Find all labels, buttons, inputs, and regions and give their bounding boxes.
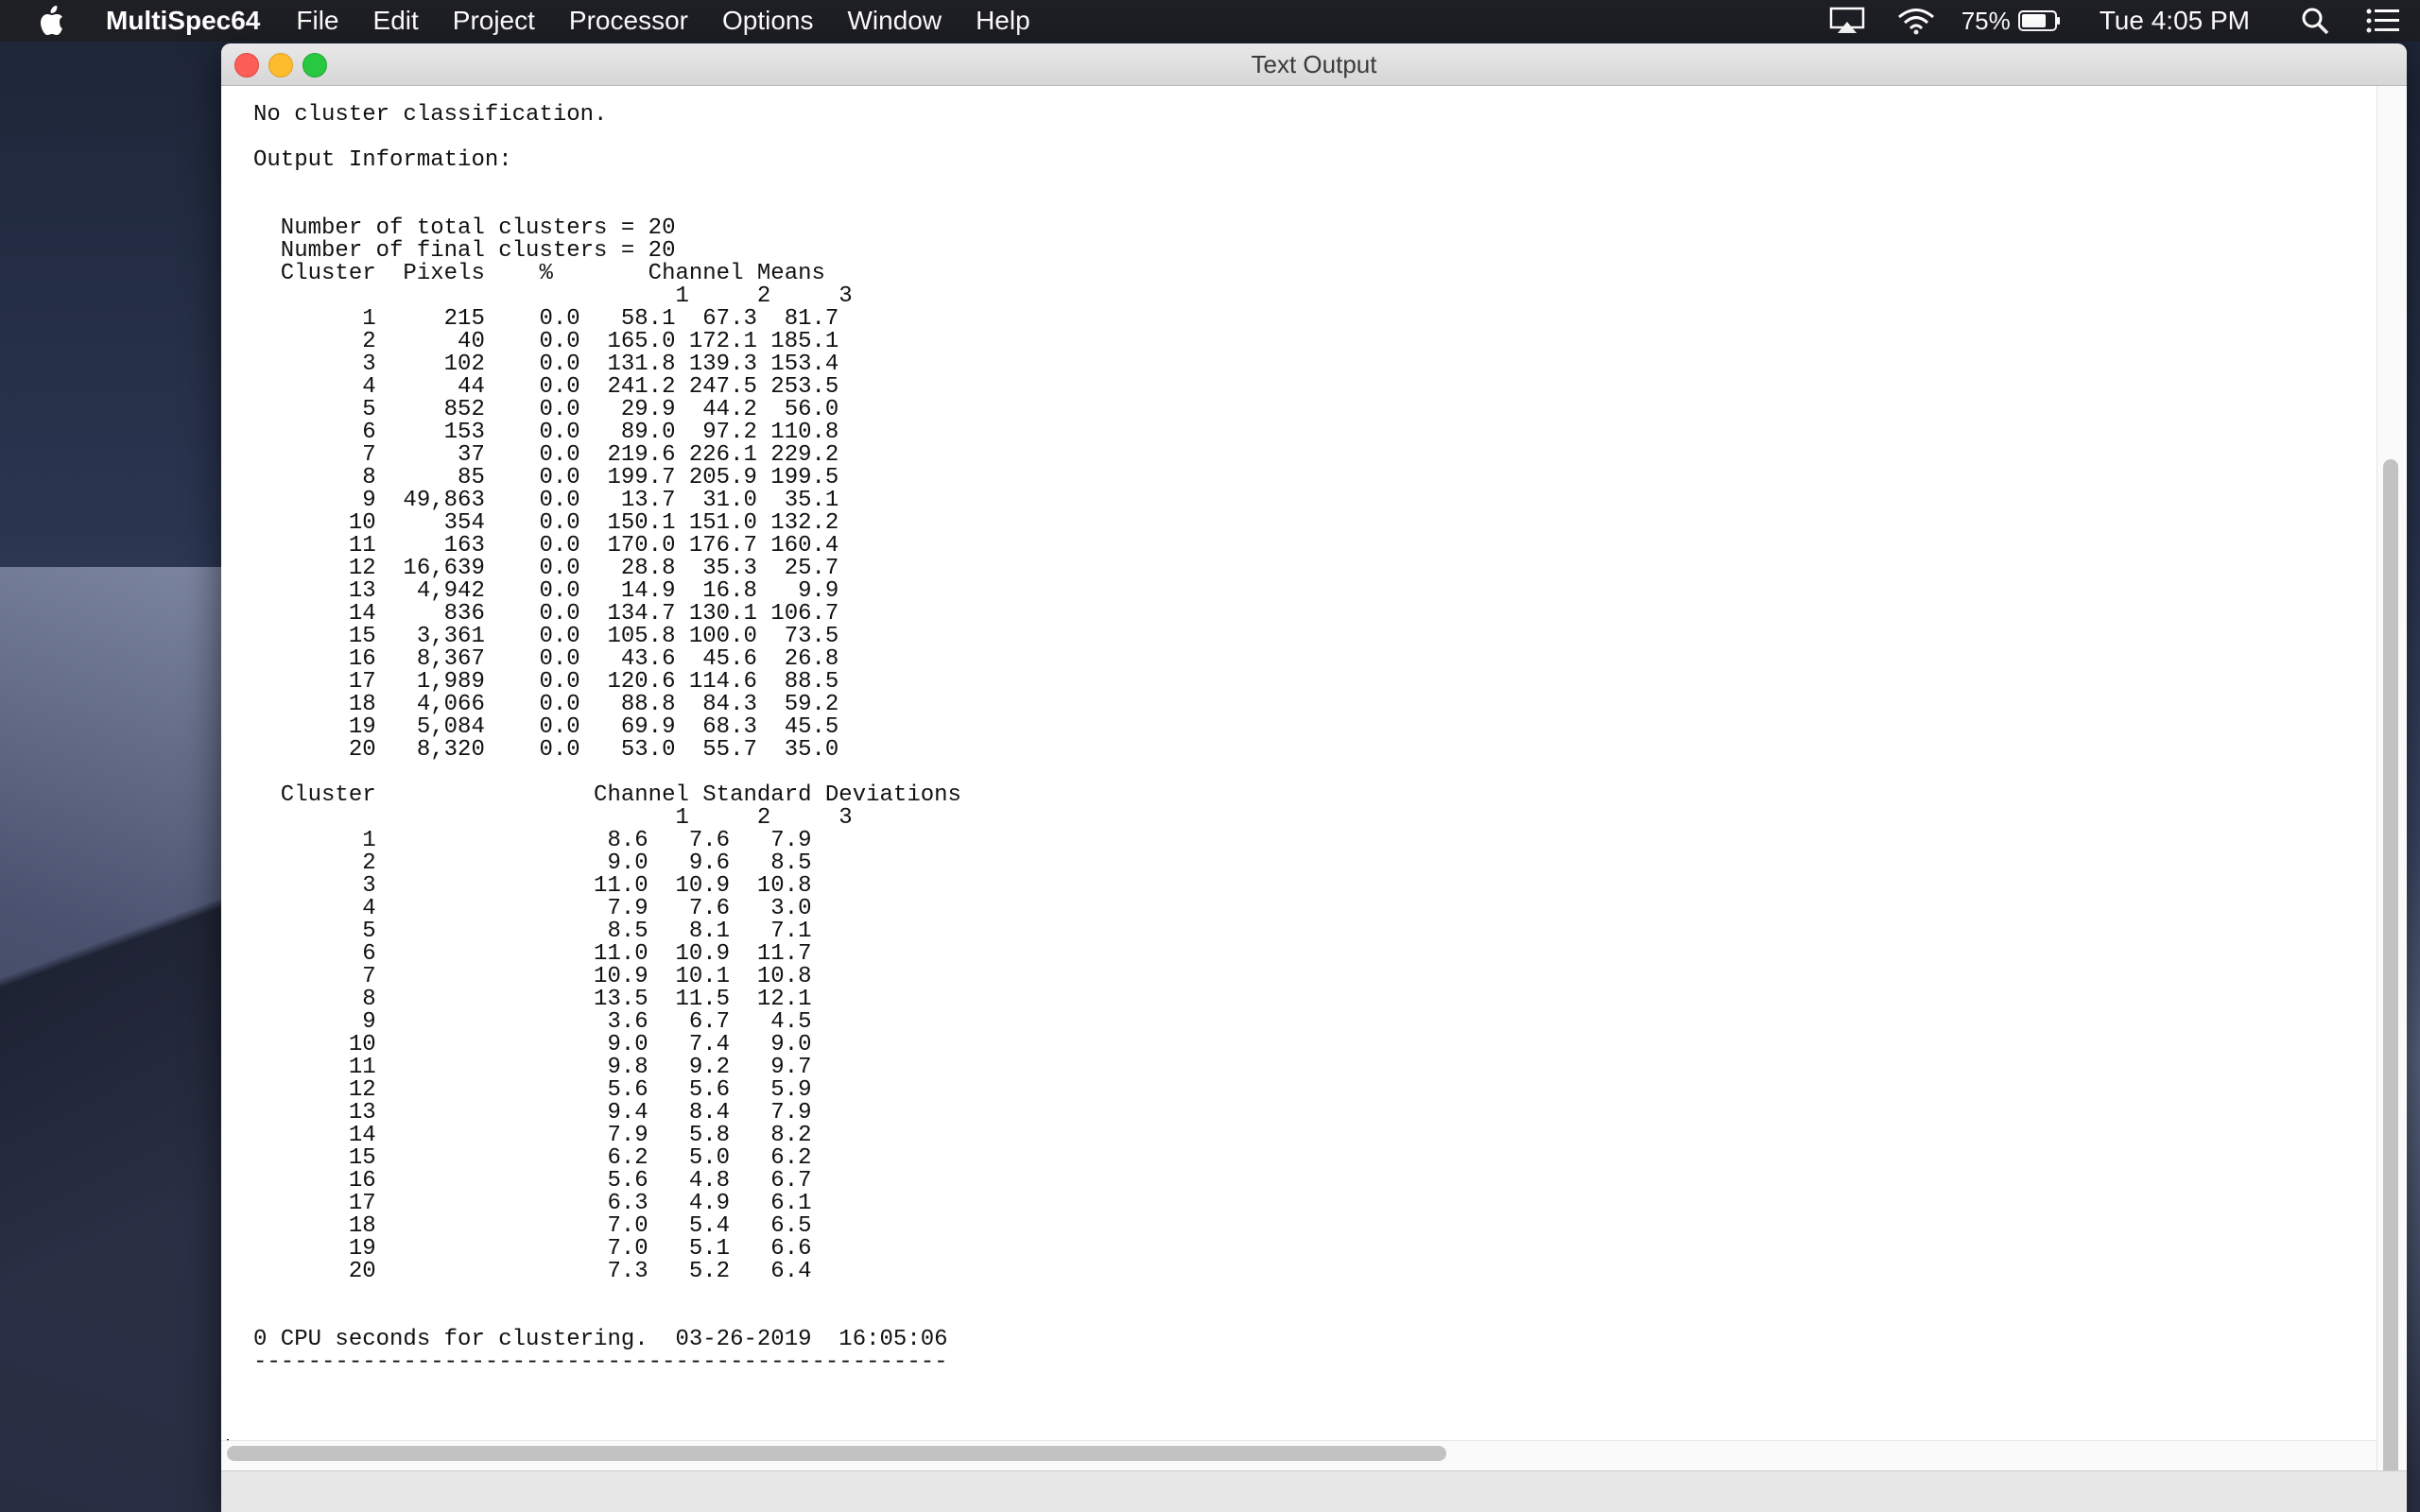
text-output-area[interactable]: No cluster classification. Output Inform…	[221, 86, 2377, 1483]
battery-percent[interactable]: 75%	[1962, 7, 2011, 36]
desktop-wallpaper	[0, 567, 227, 1512]
spotlight-search-icon[interactable]	[2301, 7, 2329, 35]
window-bottom-bar	[221, 1470, 2407, 1512]
vertical-scroll-thumb[interactable]	[2383, 459, 2398, 1480]
menu-project[interactable]: Project	[453, 6, 535, 36]
apple-icon[interactable]	[38, 5, 66, 37]
status-area: 75% Tue 4:05 PM	[1829, 0, 2420, 42]
output-text[interactable]: No cluster classification. Output Inform…	[253, 104, 961, 1374]
menu-options[interactable]: Options	[722, 6, 814, 36]
menu-bar: MultiSpec64 File Edit Project Processor …	[0, 0, 2420, 42]
horizontal-scroll-thumb[interactable]	[227, 1446, 1446, 1461]
window-title: Text Output	[1251, 50, 1377, 78]
menu-file[interactable]: File	[296, 6, 338, 36]
text-output-window: Text Output No cluster classification. O…	[221, 43, 2407, 1512]
menu-help[interactable]: Help	[976, 6, 1030, 36]
menu-window[interactable]: Window	[847, 6, 942, 36]
menu-processor[interactable]: Processor	[569, 6, 688, 36]
wifi-icon[interactable]	[1897, 7, 1935, 35]
battery-icon[interactable]	[2017, 9, 2062, 32]
notification-center-icon[interactable]	[2365, 8, 2401, 34]
app-menu[interactable]: MultiSpec64	[106, 6, 260, 36]
menu-clock[interactable]: Tue 4:05 PM	[2100, 6, 2250, 36]
menu-edit[interactable]: Edit	[373, 6, 419, 36]
airplay-icon[interactable]	[1829, 7, 1865, 35]
window-titlebar[interactable]: Text Output	[221, 43, 2407, 86]
